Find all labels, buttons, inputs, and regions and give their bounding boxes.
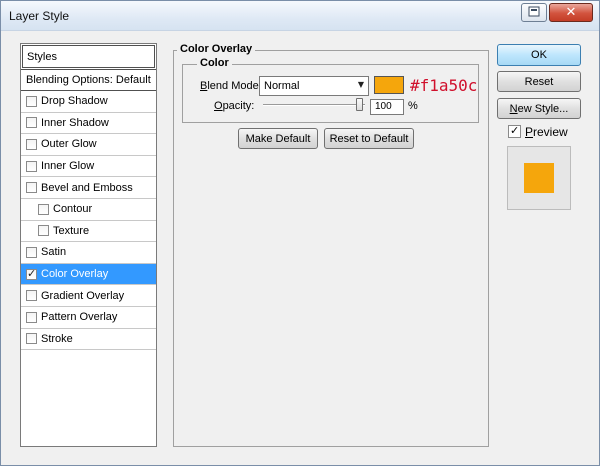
preview-label[interactable]: Preview xyxy=(525,125,568,139)
styles-list-item[interactable]: Inner Shadow xyxy=(21,113,156,135)
styles-list-item[interactable]: Inner Glow xyxy=(21,156,156,178)
blend-mode-label: Blend Mode: xyxy=(200,80,262,92)
new-style-label: New Style... xyxy=(509,102,569,115)
opacity-value: 100 xyxy=(375,101,392,112)
styles-list-item[interactable]: Texture xyxy=(21,221,156,243)
chevron-down-icon: ▼ xyxy=(357,80,364,89)
opacity-slider-thumb[interactable] xyxy=(356,98,363,111)
style-checkbox[interactable] xyxy=(26,311,37,323)
styles-list-item[interactable]: Stroke xyxy=(21,329,156,351)
style-preview xyxy=(507,146,571,210)
styles-list-item[interactable]: Bevel and Emboss xyxy=(21,177,156,199)
opacity-input[interactable]: 100 xyxy=(370,99,404,115)
color-overlay-title: Color Overlay xyxy=(177,43,256,55)
styles-list: Styles Blending Options: Default Drop Sha… xyxy=(20,43,157,447)
styles-list-item[interactable]: Contour xyxy=(21,199,156,221)
dialog-title: Layer Style xyxy=(9,9,70,23)
help-button[interactable] xyxy=(521,3,547,22)
layer-style-dialog: Layer Style ✕ Styles Blending Options: D… xyxy=(0,0,600,466)
styles-list-item[interactable]: Drop Shadow xyxy=(21,91,156,113)
ok-label: OK xyxy=(531,49,547,61)
ok-button[interactable]: OK xyxy=(497,44,581,66)
styles-list-item[interactable]: Gradient Overlay xyxy=(21,285,156,307)
styles-list-item-label: Stroke xyxy=(41,332,73,345)
styles-header[interactable]: Styles xyxy=(22,45,155,68)
close-button[interactable]: ✕ xyxy=(549,3,593,22)
opacity-label: Opacity: xyxy=(214,100,255,112)
style-checkbox[interactable] xyxy=(38,203,49,215)
color-group-title: Color xyxy=(197,57,232,69)
close-icon: ✕ xyxy=(565,5,577,20)
overlay-color-swatch[interactable] xyxy=(374,76,404,94)
title-bar[interactable]: Layer Style ✕ xyxy=(1,1,599,31)
style-checkbox[interactable] xyxy=(26,95,37,107)
opacity-unit: % xyxy=(408,100,418,112)
preview-checkbox[interactable] xyxy=(508,124,521,138)
make-default-button[interactable]: Make Default xyxy=(238,128,318,149)
styles-list-item-label: Texture xyxy=(53,224,90,237)
style-checkbox[interactable] xyxy=(26,290,37,302)
reset-label: Reset xyxy=(524,75,554,88)
styles-list-item-label: Contour xyxy=(53,203,93,216)
style-checkbox[interactable] xyxy=(26,138,37,150)
blend-mode-select[interactable]: Normal ▼ xyxy=(259,76,369,96)
hex-color-annotation: #f1a50c xyxy=(410,76,478,95)
styles-list-item-label: Pattern Overlay xyxy=(41,311,118,324)
reset-to-default-button[interactable]: Reset to Default xyxy=(324,128,414,149)
styles-list-item[interactable]: Satin xyxy=(21,242,156,264)
opacity-slider-track[interactable] xyxy=(263,104,365,106)
styles-list-item-label: Bevel and Emboss xyxy=(41,181,133,194)
style-checkbox[interactable] xyxy=(26,246,37,258)
make-default-label: Make Default xyxy=(245,132,311,145)
styles-list-item-label: Inner Shadow xyxy=(41,116,109,129)
styles-list-item[interactable]: Color Overlay xyxy=(21,263,156,286)
styles-list-item-label: Inner Glow xyxy=(41,160,95,173)
styles-list-item-label: Drop Shadow xyxy=(41,95,108,108)
style-checkbox[interactable] xyxy=(26,182,37,194)
preview-swatch xyxy=(524,163,554,193)
style-checkbox[interactable] xyxy=(26,117,37,129)
styles-list-item[interactable]: Blending Options: Default xyxy=(21,69,156,91)
styles-list-item[interactable]: Outer Glow xyxy=(21,134,156,156)
style-checkbox[interactable] xyxy=(26,160,37,172)
reset-to-default-label: Reset to Default xyxy=(329,132,409,145)
help-icon xyxy=(528,6,540,20)
styles-list-item-label: Satin xyxy=(41,246,67,259)
styles-list-item-label: Outer Glow xyxy=(41,138,97,151)
styles-header-label: Styles xyxy=(27,51,57,63)
blend-mode-value: Normal xyxy=(264,80,300,92)
style-checkbox[interactable] xyxy=(26,267,37,280)
reset-button[interactable]: Reset xyxy=(497,71,581,92)
styles-list-item-label: Color Overlay xyxy=(41,268,109,281)
style-checkbox[interactable] xyxy=(38,225,49,237)
style-checkbox[interactable] xyxy=(26,333,37,345)
styles-list-item-label: Gradient Overlay xyxy=(41,289,125,302)
styles-list-item-label: Blending Options: Default xyxy=(26,74,151,86)
styles-list-item[interactable]: Pattern Overlay xyxy=(21,307,156,329)
styles-items: Blending Options: Default Drop Shadow Inne… xyxy=(21,69,156,351)
new-style-button[interactable]: New Style... xyxy=(497,98,581,119)
